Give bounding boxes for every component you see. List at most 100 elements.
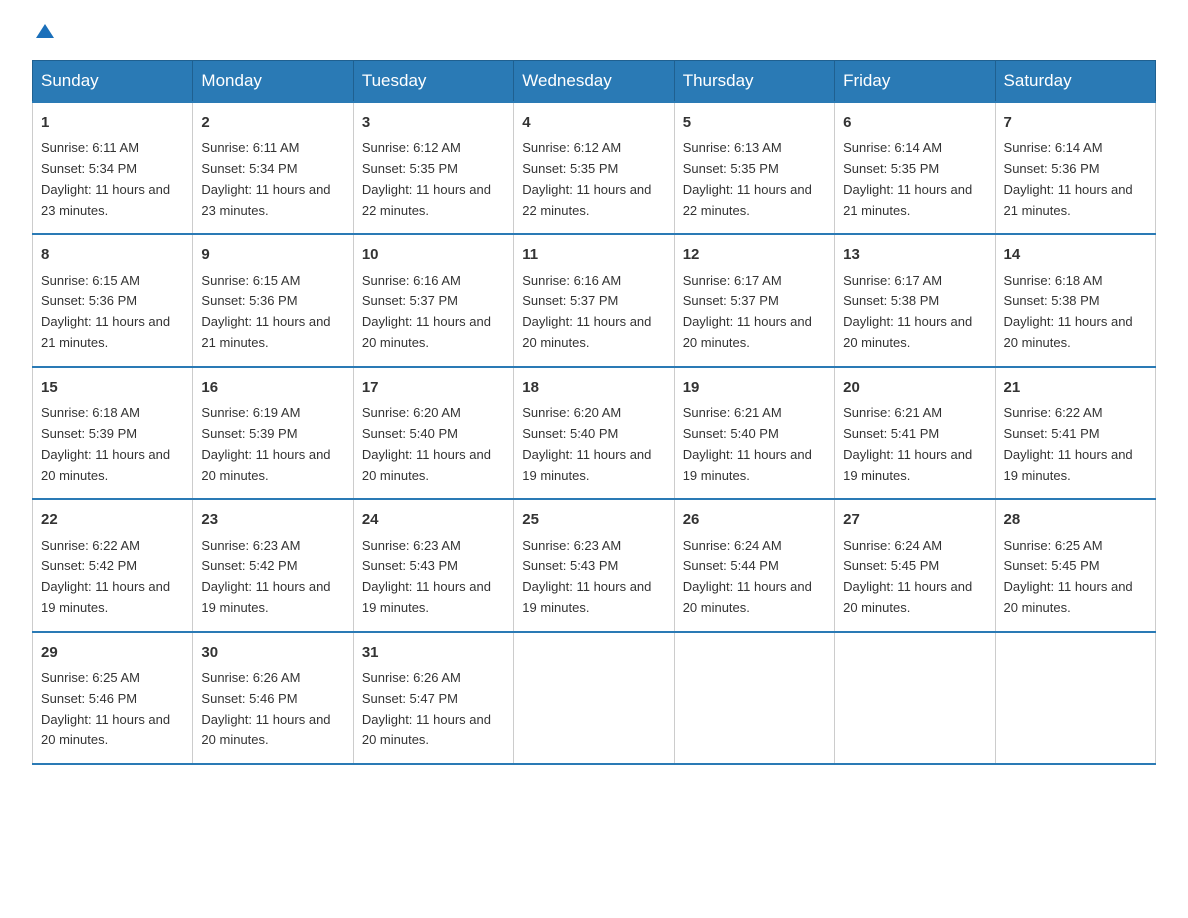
calendar-day-cell: 8 Sunrise: 6:15 AM Sunset: 5:36 PM Dayli…	[33, 234, 193, 366]
day-info: Sunrise: 6:15 AM Sunset: 5:36 PM Dayligh…	[201, 271, 344, 354]
daylight-label: Daylight: 11 hours and 23 minutes.	[41, 182, 170, 218]
daylight-label: Daylight: 11 hours and 21 minutes.	[843, 182, 972, 218]
day-info: Sunrise: 6:21 AM Sunset: 5:41 PM Dayligh…	[843, 403, 986, 486]
daylight-label: Daylight: 11 hours and 19 minutes.	[522, 447, 651, 483]
daylight-label: Daylight: 11 hours and 20 minutes.	[41, 712, 170, 748]
calendar-day-cell: 17 Sunrise: 6:20 AM Sunset: 5:40 PM Dayl…	[353, 367, 513, 499]
day-number: 9	[201, 243, 344, 266]
sunrise-label: Sunrise: 6:24 AM	[843, 538, 942, 553]
day-number: 4	[522, 111, 665, 134]
sunset-label: Sunset: 5:42 PM	[41, 558, 137, 573]
sunrise-label: Sunrise: 6:17 AM	[843, 273, 942, 288]
sunset-label: Sunset: 5:36 PM	[201, 293, 297, 308]
calendar-day-cell: 1 Sunrise: 6:11 AM Sunset: 5:34 PM Dayli…	[33, 102, 193, 234]
calendar-day-cell: 2 Sunrise: 6:11 AM Sunset: 5:34 PM Dayli…	[193, 102, 353, 234]
sunrise-label: Sunrise: 6:22 AM	[41, 538, 140, 553]
sunrise-label: Sunrise: 6:16 AM	[362, 273, 461, 288]
sunset-label: Sunset: 5:35 PM	[362, 161, 458, 176]
day-number: 28	[1004, 508, 1147, 531]
sunset-label: Sunset: 5:45 PM	[843, 558, 939, 573]
sunrise-label: Sunrise: 6:24 AM	[683, 538, 782, 553]
day-number: 17	[362, 376, 505, 399]
sunset-label: Sunset: 5:44 PM	[683, 558, 779, 573]
calendar-day-cell: 4 Sunrise: 6:12 AM Sunset: 5:35 PM Dayli…	[514, 102, 674, 234]
sunset-label: Sunset: 5:36 PM	[1004, 161, 1100, 176]
daylight-label: Daylight: 11 hours and 22 minutes.	[683, 182, 812, 218]
sunrise-label: Sunrise: 6:11 AM	[41, 140, 139, 155]
day-number: 21	[1004, 376, 1147, 399]
sunrise-label: Sunrise: 6:11 AM	[201, 140, 299, 155]
sunset-label: Sunset: 5:43 PM	[522, 558, 618, 573]
day-info: Sunrise: 6:15 AM Sunset: 5:36 PM Dayligh…	[41, 271, 184, 354]
calendar-day-cell: 26 Sunrise: 6:24 AM Sunset: 5:44 PM Dayl…	[674, 499, 834, 631]
daylight-label: Daylight: 11 hours and 20 minutes.	[843, 314, 972, 350]
day-number: 19	[683, 376, 826, 399]
sunset-label: Sunset: 5:46 PM	[41, 691, 137, 706]
sunrise-label: Sunrise: 6:23 AM	[201, 538, 300, 553]
sunrise-label: Sunrise: 6:22 AM	[1004, 405, 1103, 420]
day-info: Sunrise: 6:25 AM Sunset: 5:46 PM Dayligh…	[41, 668, 184, 751]
sunset-label: Sunset: 5:39 PM	[201, 426, 297, 441]
calendar-day-cell: 29 Sunrise: 6:25 AM Sunset: 5:46 PM Dayl…	[33, 632, 193, 764]
day-info: Sunrise: 6:19 AM Sunset: 5:39 PM Dayligh…	[201, 403, 344, 486]
day-number: 13	[843, 243, 986, 266]
sunrise-label: Sunrise: 6:21 AM	[843, 405, 942, 420]
calendar-table: SundayMondayTuesdayWednesdayThursdayFrid…	[32, 60, 1156, 765]
day-info: Sunrise: 6:22 AM Sunset: 5:41 PM Dayligh…	[1004, 403, 1147, 486]
calendar-week-row: 15 Sunrise: 6:18 AM Sunset: 5:39 PM Dayl…	[33, 367, 1156, 499]
sunset-label: Sunset: 5:37 PM	[683, 293, 779, 308]
daylight-label: Daylight: 11 hours and 19 minutes.	[1004, 447, 1133, 483]
calendar-day-cell: 14 Sunrise: 6:18 AM Sunset: 5:38 PM Dayl…	[995, 234, 1155, 366]
sunrise-label: Sunrise: 6:25 AM	[41, 670, 140, 685]
daylight-label: Daylight: 11 hours and 19 minutes.	[41, 579, 170, 615]
sunset-label: Sunset: 5:46 PM	[201, 691, 297, 706]
calendar-day-cell: 13 Sunrise: 6:17 AM Sunset: 5:38 PM Dayl…	[835, 234, 995, 366]
sunrise-label: Sunrise: 6:12 AM	[522, 140, 621, 155]
day-number: 29	[41, 641, 184, 664]
day-number: 3	[362, 111, 505, 134]
calendar-day-cell: 6 Sunrise: 6:14 AM Sunset: 5:35 PM Dayli…	[835, 102, 995, 234]
day-number: 14	[1004, 243, 1147, 266]
sunset-label: Sunset: 5:36 PM	[41, 293, 137, 308]
calendar-header-saturday: Saturday	[995, 61, 1155, 103]
calendar-day-cell	[674, 632, 834, 764]
calendar-day-cell: 24 Sunrise: 6:23 AM Sunset: 5:43 PM Dayl…	[353, 499, 513, 631]
daylight-label: Daylight: 11 hours and 20 minutes.	[683, 579, 812, 615]
page-header	[32, 24, 1156, 36]
sunrise-label: Sunrise: 6:25 AM	[1004, 538, 1103, 553]
calendar-week-row: 22 Sunrise: 6:22 AM Sunset: 5:42 PM Dayl…	[33, 499, 1156, 631]
day-info: Sunrise: 6:21 AM Sunset: 5:40 PM Dayligh…	[683, 403, 826, 486]
sunset-label: Sunset: 5:37 PM	[522, 293, 618, 308]
calendar-header-wednesday: Wednesday	[514, 61, 674, 103]
sunset-label: Sunset: 5:40 PM	[522, 426, 618, 441]
daylight-label: Daylight: 11 hours and 21 minutes.	[41, 314, 170, 350]
calendar-day-cell: 10 Sunrise: 6:16 AM Sunset: 5:37 PM Dayl…	[353, 234, 513, 366]
day-number: 8	[41, 243, 184, 266]
day-info: Sunrise: 6:24 AM Sunset: 5:44 PM Dayligh…	[683, 536, 826, 619]
day-info: Sunrise: 6:14 AM Sunset: 5:36 PM Dayligh…	[1004, 138, 1147, 221]
day-number: 22	[41, 508, 184, 531]
day-number: 5	[683, 111, 826, 134]
sunset-label: Sunset: 5:35 PM	[683, 161, 779, 176]
daylight-label: Daylight: 11 hours and 22 minutes.	[362, 182, 491, 218]
day-info: Sunrise: 6:16 AM Sunset: 5:37 PM Dayligh…	[522, 271, 665, 354]
sunrise-label: Sunrise: 6:26 AM	[201, 670, 300, 685]
day-number: 24	[362, 508, 505, 531]
day-info: Sunrise: 6:14 AM Sunset: 5:35 PM Dayligh…	[843, 138, 986, 221]
day-number: 1	[41, 111, 184, 134]
day-info: Sunrise: 6:11 AM Sunset: 5:34 PM Dayligh…	[41, 138, 184, 221]
day-info: Sunrise: 6:26 AM Sunset: 5:46 PM Dayligh…	[201, 668, 344, 751]
sunrise-label: Sunrise: 6:23 AM	[362, 538, 461, 553]
sunset-label: Sunset: 5:34 PM	[201, 161, 297, 176]
calendar-day-cell: 15 Sunrise: 6:18 AM Sunset: 5:39 PM Dayl…	[33, 367, 193, 499]
calendar-header-thursday: Thursday	[674, 61, 834, 103]
daylight-label: Daylight: 11 hours and 19 minutes.	[362, 579, 491, 615]
calendar-day-cell	[995, 632, 1155, 764]
calendar-day-cell	[835, 632, 995, 764]
sunset-label: Sunset: 5:38 PM	[843, 293, 939, 308]
calendar-day-cell: 28 Sunrise: 6:25 AM Sunset: 5:45 PM Dayl…	[995, 499, 1155, 631]
calendar-day-cell: 27 Sunrise: 6:24 AM Sunset: 5:45 PM Dayl…	[835, 499, 995, 631]
sunrise-label: Sunrise: 6:26 AM	[362, 670, 461, 685]
daylight-label: Daylight: 11 hours and 22 minutes.	[522, 182, 651, 218]
day-number: 6	[843, 111, 986, 134]
